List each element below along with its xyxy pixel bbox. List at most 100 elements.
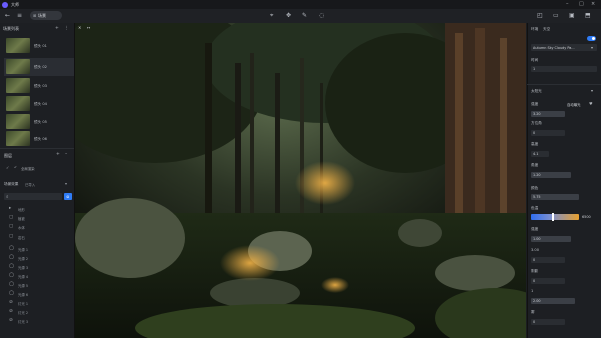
export-icon[interactable]: ⬒: [585, 12, 591, 19]
tree-item[interactable]: ◯ 光源 6: [4, 291, 72, 298]
chevron-down-icon[interactable]: ▾: [65, 181, 67, 186]
tree-item[interactable]: ▢ 岩石: [4, 234, 72, 241]
divider: [527, 84, 601, 85]
prop-label: 雾: [531, 310, 535, 314]
shots-header: 场景列表: [3, 26, 19, 31]
folder-icon[interactable]: ▣: [569, 12, 575, 19]
tree-item[interactable]: ⊘ 灯光 2: [4, 309, 72, 316]
filter-icon: ⊜: [66, 193, 70, 199]
add-shot-icon[interactable]: +: [55, 26, 59, 31]
number-field[interactable]: [531, 278, 565, 284]
light-icon: ◯: [9, 264, 15, 269]
shot-item[interactable]: 镜头 05: [4, 113, 74, 131]
tree-item[interactable]: ▸ 地形: [4, 206, 72, 213]
shot-label: 镜头 05: [34, 120, 47, 124]
shot-item[interactable]: 镜头 02: [4, 58, 74, 76]
shot-thumbnail: [6, 131, 30, 146]
tree-label: 灯光 3: [18, 320, 29, 324]
add-layer-icon[interactable]: +: [56, 152, 60, 157]
tree-label: 光源 5: [18, 284, 29, 288]
layer-icon: ▢: [9, 215, 14, 220]
prop-label: 角度: [531, 163, 539, 167]
viewport-close-icon[interactable]: ✕: [78, 25, 81, 30]
tree-item[interactable]: ◯ 光源 3: [4, 264, 72, 271]
app-logo: [2, 1, 8, 8]
lamp-icon: ⊘: [9, 309, 13, 314]
sun-section-label: 太阳光: [531, 89, 542, 93]
env-header: 环境: [531, 27, 539, 31]
prop-value: 2.00: [533, 299, 541, 303]
chevron-down-icon[interactable]: ▾: [591, 88, 593, 93]
prop-value: 自动曝光: [567, 103, 581, 107]
collapse-icon[interactable]: –: [65, 152, 67, 157]
shot-label: 镜头 03: [34, 84, 47, 88]
tree-label: 光源 2: [18, 257, 29, 261]
layer-icon: ▢: [9, 234, 14, 239]
move-icon[interactable]: ✥: [286, 12, 291, 19]
tree-label: 植被: [18, 217, 25, 221]
maximize-icon[interactable]: □: [579, 1, 584, 7]
tree-item[interactable]: ⊘ 灯光 3: [4, 318, 72, 325]
shot-label: 镜头 01: [34, 44, 47, 48]
back-icon[interactable]: ←: [5, 12, 10, 19]
time-value: 1: [533, 67, 536, 71]
scene-icon: ⊞: [33, 13, 37, 18]
tree-item[interactable]: ◯ 光源 5: [4, 282, 72, 289]
prop-label: 强度: [531, 102, 539, 106]
camera-icon[interactable]: ◰: [537, 12, 543, 19]
tree-item[interactable]: ◯ 光源 1: [4, 246, 72, 253]
prop-label: 方位角: [531, 121, 542, 125]
prop-label: 阴影: [531, 269, 539, 273]
check-icon[interactable]: ✓: [6, 165, 9, 170]
materials-value: 已导入: [25, 183, 36, 187]
gradient-handle[interactable]: [552, 213, 554, 221]
scene-pill-label: 场景: [38, 13, 46, 18]
toolbar: [0, 9, 601, 23]
tree-item[interactable]: ◯ 光源 4: [4, 273, 72, 280]
tree-item[interactable]: ◯ 光源 2: [4, 255, 72, 262]
minimize-icon[interactable]: –: [566, 1, 569, 7]
prop-value: 6500: [582, 215, 591, 219]
shot-item[interactable]: 镜头 01: [4, 37, 74, 55]
shot-thumbnail: [6, 78, 30, 93]
shot-label: 镜头 02: [34, 65, 47, 69]
prop-value: 0: [533, 320, 536, 324]
light-icon: ◯: [9, 282, 15, 287]
materials-label: 场景效果: [4, 182, 19, 186]
prop-value: 1.00: [533, 237, 541, 241]
number-field[interactable]: [531, 130, 565, 136]
prop-value: 0: [533, 131, 536, 135]
tree-item[interactable]: ⊘ 灯光 1: [4, 300, 72, 307]
paint-icon[interactable]: ◌: [319, 12, 324, 19]
light-icon: ◯: [9, 246, 15, 251]
tree-label: 光源 4: [18, 275, 29, 279]
render-viewport[interactable]: ✕ ↔: [75, 23, 526, 338]
tree-label: 水体: [18, 226, 25, 230]
light-icon: ◯: [9, 255, 15, 260]
color-temperature-gradient[interactable]: [531, 214, 579, 220]
shot-thumbnail: [6, 59, 30, 74]
divider: [0, 148, 74, 149]
number-field[interactable]: [531, 257, 565, 263]
number-field[interactable]: [531, 319, 565, 325]
viewport-arrows-icon[interactable]: ↔: [87, 25, 90, 30]
menu-icon[interactable]: ≡: [17, 12, 22, 19]
close-icon[interactable]: ×: [591, 1, 595, 7]
render-toggle-icon[interactable]: ↙: [14, 165, 17, 169]
shot-item[interactable]: 镜头 04: [4, 95, 74, 113]
time-label: 时间: [531, 58, 539, 62]
more-icon[interactable]: ⋮: [64, 26, 69, 31]
brush-icon[interactable]: ✎: [302, 12, 307, 19]
tree-label: 地形: [18, 208, 25, 212]
shot-item[interactable]: 镜头 03: [4, 77, 74, 95]
tree-item[interactable]: ▢ 植被: [4, 215, 72, 222]
prop-value: 0: [533, 258, 536, 262]
search-input[interactable]: [4, 193, 62, 200]
tree-item[interactable]: ▢ 水体: [4, 224, 72, 231]
heart-icon[interactable]: ♥: [589, 101, 593, 106]
pin-icon[interactable]: ⌖: [270, 12, 273, 20]
time-input[interactable]: [531, 66, 597, 72]
shot-item[interactable]: 镜头 06: [4, 130, 74, 148]
search-icon: ⌕: [6, 194, 9, 200]
render-icon[interactable]: ▭: [553, 12, 559, 19]
